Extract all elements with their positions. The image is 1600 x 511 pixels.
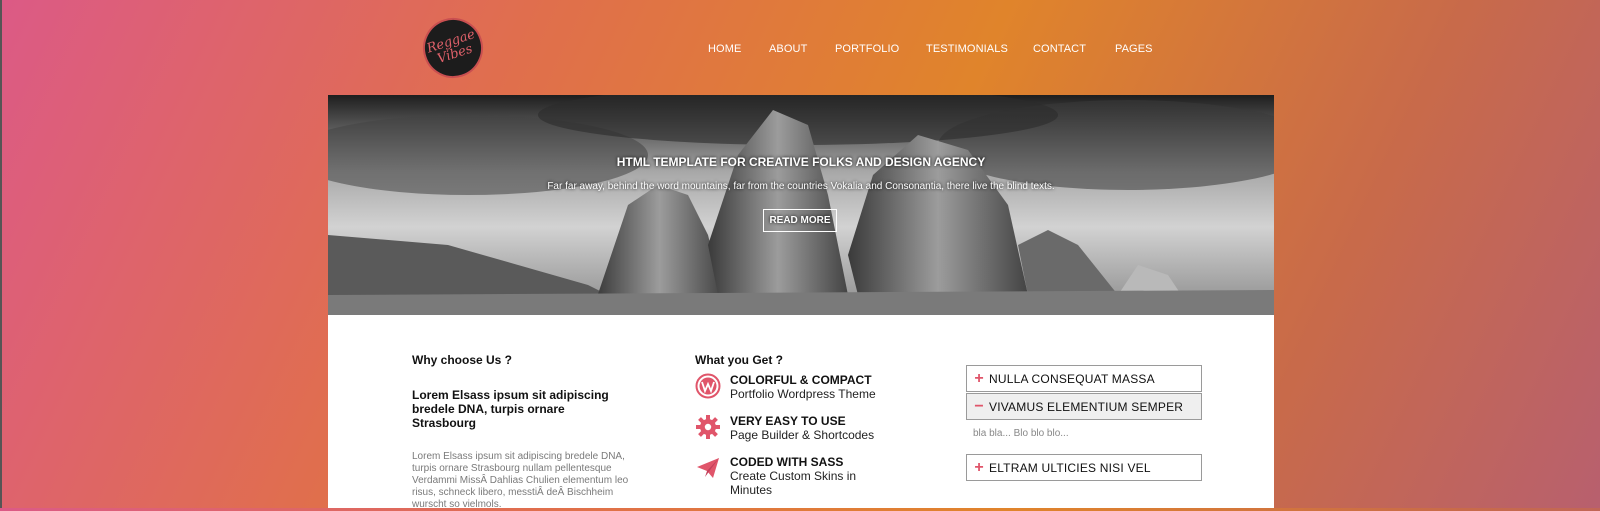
feature-subtitle: Portfolio Wordpress Theme [730, 387, 876, 401]
nav-portfolio[interactable]: PORTFOLIO [835, 43, 899, 55]
feature-title: VERY EASY TO USE [730, 414, 846, 428]
plus-icon: + [974, 458, 984, 476]
accordion-body: bla bla... Blo blo blo... [973, 428, 1069, 439]
why-subheading: Lorem Elsass ipsum sit adipiscing bredel… [412, 388, 609, 430]
get-heading: What you Get ? [695, 353, 783, 367]
gear-icon [696, 415, 720, 439]
why-heading: Why choose Us ? [412, 353, 513, 367]
feature-subtitle: Page Builder & Shortcodes [730, 428, 875, 442]
accordion-item-open[interactable]: − VIVAMUS ELEMENTIUM SEMPER [966, 393, 1202, 420]
window-edge [0, 0, 2, 508]
hero-title: HTML TEMPLATE FOR CREATIVE FOLKS AND DES… [616, 155, 986, 169]
minus-icon: − [974, 397, 984, 415]
content-panel: Why choose Us ? Lorem Elsass ipsum sit a… [328, 315, 1274, 511]
paper-plane-icon [697, 458, 719, 478]
wordpress-icon [695, 373, 721, 399]
nav-home[interactable]: HOME [708, 43, 741, 55]
accordion-label: NULLA CONSEQUAT MASSA [989, 371, 1155, 386]
why-body: Lorem Elsass ipsum sit adipiscing bredel… [412, 451, 629, 510]
nav-testimonials[interactable]: TESTIMONIALS [926, 43, 1008, 55]
nav-about[interactable]: ABOUT [769, 43, 807, 55]
main-nav: HOME ABOUT PORTFOLIO TESTIMONIALS CONTAC… [0, 43, 1600, 59]
feature-title: CODED WITH SASS [730, 455, 844, 469]
feature-subtitle: Create Custom Skins in Minutes [730, 469, 857, 497]
accordion-item[interactable]: + NULLA CONSEQUAT MASSA [966, 365, 1202, 392]
accordion-item[interactable]: + ELTRAM ULTICIES NISI VEL [966, 454, 1202, 481]
read-more-button[interactable]: READ MORE [763, 209, 837, 232]
hero-subtitle: Far far away, behind the word mountains,… [547, 181, 1055, 192]
accordion-label: ELTRAM ULTICIES NISI VEL [989, 460, 1151, 475]
nav-contact[interactable]: CONTACT [1033, 43, 1086, 55]
nav-pages[interactable]: PAGES [1115, 43, 1153, 55]
hero-banner: HTML TEMPLATE FOR CREATIVE FOLKS AND DES… [328, 95, 1274, 315]
plus-icon: + [974, 369, 984, 387]
feature-title: COLORFUL & COMPACT [730, 373, 872, 387]
accordion-label: VIVAMUS ELEMENTIUM SEMPER [989, 399, 1184, 414]
mountain-image [328, 95, 1274, 315]
what-you-get: What you Get ? COLORFUL & COMPACT Portfo… [695, 353, 935, 497]
why-choose-us: Why choose Us ? Lorem Elsass ipsum sit a… [412, 353, 632, 511]
